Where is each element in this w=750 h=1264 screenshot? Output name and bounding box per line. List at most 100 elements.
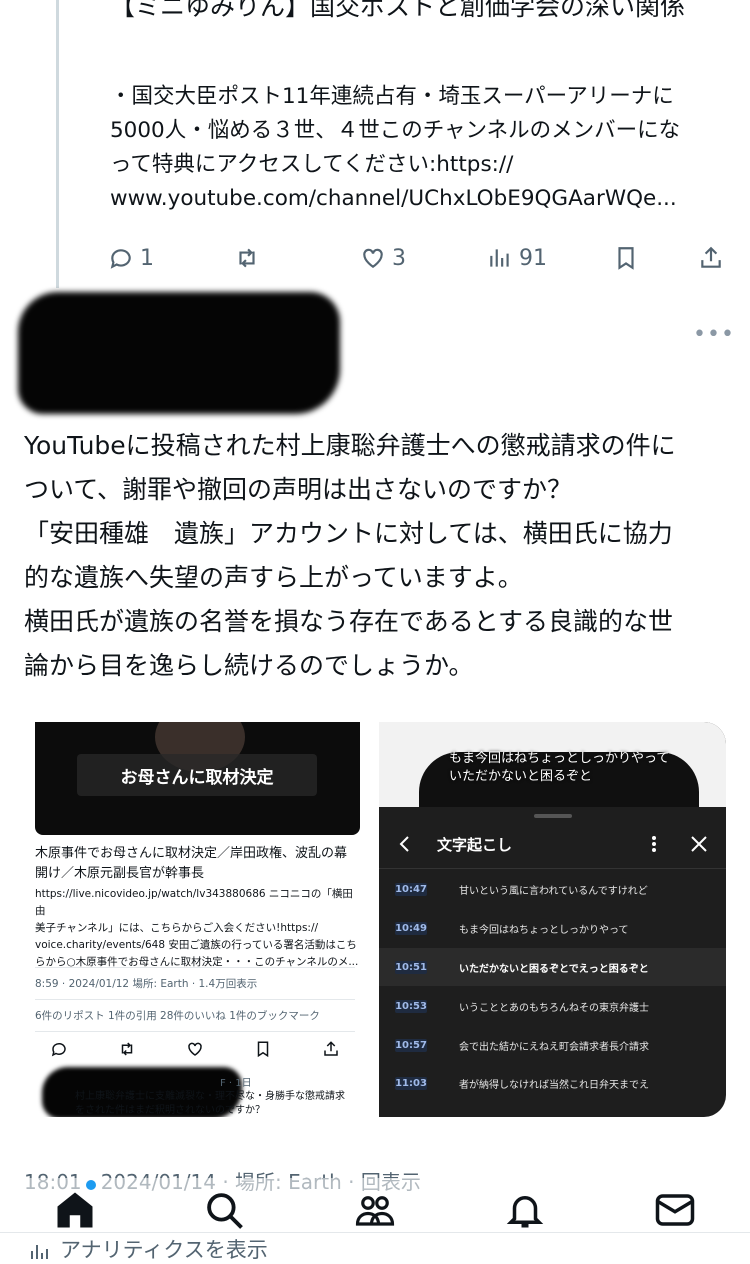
embedded-desc-line: らから○木原事件でお母さんに取材決定・・・このチャンネルのメ... <box>35 956 359 968</box>
transcript-text: 者が納得しなければ当然これ日弁天までえ <box>459 1079 649 1091</box>
video-frame: もま今回はねちょっとしっかりやって いただかないと困るぞと <box>379 722 726 807</box>
transcript-row-active: 10:51 いただかないと困るぞとでえっと困るぞと <box>379 948 726 986</box>
nav-notifications[interactable] <box>502 1187 548 1233</box>
quoted-post-line: って特典にアクセスしてください:https:// <box>110 152 514 177</box>
views-bar-chart-icon <box>490 249 509 267</box>
bookmark-icon <box>618 247 634 270</box>
transcript-text: いただかないと困るぞとでえっと困るぞと <box>459 963 649 975</box>
transcript-row: 10:49 もま今回はねちょっとしっかりやって <box>379 909 726 947</box>
divider <box>35 999 355 1000</box>
transcript-time: 10:49 <box>395 921 427 935</box>
view-count: 91 <box>519 245 547 271</box>
transcript-time: 11:03 <box>395 1076 427 1090</box>
share-icon <box>701 246 721 268</box>
more-options-icon[interactable]: ••• <box>693 322 735 347</box>
redacted-author <box>18 292 340 414</box>
subtitle-line: いただかないと困るぞと <box>449 769 593 784</box>
nav-messages[interactable] <box>652 1187 698 1233</box>
post-text-line: ついて、謝罪や撤回の声明は出さないのですか？ <box>24 475 573 504</box>
embedded-reply-line: 村上康聡弁護士に支離滅裂な・理不尽な・身勝手な懲戒請求 <box>75 1091 345 1102</box>
embedded-post-meta: 8:59 · 2024/01/12 場所: Earth · 1.4万回表示 <box>35 978 258 990</box>
nav-search[interactable] <box>201 1187 247 1233</box>
views-button[interactable]: 91 <box>487 245 547 271</box>
nav-communities[interactable] <box>352 1187 398 1233</box>
share-button[interactable] <box>698 245 724 271</box>
repost-icon <box>121 1042 133 1056</box>
embedded-desc-line: voice.charity/events/648 安田ご遺族の行っている署名活動… <box>35 939 357 951</box>
reply-icon <box>51 1042 66 1057</box>
nav-home[interactable] <box>52 1187 98 1233</box>
transcript-title: 文字起こし <box>437 836 513 854</box>
embedded-desc-line: 美子チャンネル」には、こちらからご入会ください!https:// <box>35 922 319 934</box>
divider <box>379 868 726 869</box>
post-text: YouTubeに投稿された村上康聡弁護士への懲戒請求の件に ついて、謝罪や撤回の… <box>24 424 734 688</box>
communities-icon <box>355 1196 395 1226</box>
transcript-row: 10:47 甘いという風に言われているんですけれど <box>379 870 726 908</box>
embedded-reply-meta: F · 1日 <box>220 1078 252 1089</box>
embedded-action-row <box>50 1040 340 1058</box>
like-count: 3 <box>392 245 406 271</box>
embedded-post-desc: https://live.nicovideo.jp/watch/lv343880… <box>35 886 360 971</box>
video-subtitle: もま今回はねちょっとしっかりやって いただかないと困るぞと <box>449 750 709 786</box>
video-thumbnail: お母さんに取材決定 <box>35 722 360 835</box>
embedded-title-line: 開け／木原元副長官が幹事長 <box>35 866 205 881</box>
transcript-time: 10:51 <box>395 960 427 974</box>
post-text-line: YouTubeに投稿された村上康聡弁護士への懲戒請求の件に <box>24 431 676 460</box>
quoted-post-line: 5000人・悩める３世、４世このチャンネルのメンバーにな <box>110 118 681 143</box>
embedded-post-stats: 6件のリポスト 1件の引用 28件のいいね 1件のブックマーク <box>35 1010 320 1022</box>
transcript-text: 会で出た結かにえねえ町会請求者長介請求 <box>459 1041 649 1053</box>
post-text-line: 横田氏が遺族の名誉を損なう存在であるとする良識的な世 <box>24 607 674 636</box>
attached-image-left[interactable]: お母さんに取材決定 木原事件でお母さんに取材決定／岸田政権、波乱の幕 開け／木原… <box>20 722 370 1117</box>
repost-icon <box>239 248 255 268</box>
like-button[interactable]: 3 <box>360 245 406 271</box>
home-icon <box>57 1192 93 1228</box>
subtitle-line: もま今回はねちょっとしっかりやって <box>449 751 670 766</box>
transcript-row: 10:57 会で出た結かにえねえ町会請求者長介請求 <box>379 1026 726 1064</box>
post-text-line: 「安田種雄 遺族」アカウントに対しては、横田氏に協力 <box>24 519 673 548</box>
divider <box>0 1232 750 1233</box>
repost-button[interactable] <box>234 245 260 271</box>
view-analytics-link[interactable]: アナリティクスを表示 <box>28 1234 268 1264</box>
drag-handle <box>534 814 572 818</box>
heart-icon <box>363 248 383 268</box>
attached-image-right[interactable]: もま今回はねちょっとしっかりやって いただかないと困るぞと 文字起こし 10:4… <box>379 722 726 1117</box>
post-text-line: 的な遺族へ失望の声すら上がっていますよ。 <box>24 563 523 592</box>
transcript-time: 10:57 <box>395 1038 427 1052</box>
reply-button[interactable]: 1 <box>108 245 154 271</box>
transcript-time: 10:53 <box>395 999 427 1013</box>
close-icon <box>690 835 708 857</box>
transcript-text: いうこととあのもちろんねその東京弁護士 <box>459 1002 649 1014</box>
embedded-reply-text: 村上康聡弁護士に支離滅裂な・理不尽な・身勝手な懲戒請求 をされた件はまだ釈明され… <box>75 1090 370 1117</box>
embedded-desc-line: https://live.nicovideo.jp/watch/lv343880… <box>35 888 353 917</box>
notifications-icon <box>506 1196 544 1228</box>
share-icon <box>324 1041 338 1056</box>
divider <box>35 1031 355 1032</box>
messages-icon <box>655 1194 695 1226</box>
bookmark-icon <box>257 1041 269 1058</box>
divider <box>35 967 355 968</box>
thread-line <box>56 0 59 288</box>
bookmark-button[interactable] <box>613 245 639 271</box>
quoted-post-line: www.youtube.com/channel/UChxLObE9QGAarWQ… <box>110 186 677 211</box>
transcript-row: 11:03 者が納得しなければ当然これ日弁天までえ <box>379 1064 726 1102</box>
transcript-text: もま今回はねちょっとしっかりやって <box>459 924 629 936</box>
reply-count: 1 <box>140 245 154 271</box>
analytics-bar-chart-icon <box>31 1245 48 1259</box>
quoted-post-line: ・国交大臣ポスト11年連続占有・埼玉スーパーアリーナに <box>110 84 674 109</box>
unread-dot <box>86 1180 96 1190</box>
embedded-title-line: 木原事件でお母さんに取材決定／岸田政権、波乱の幕 <box>35 846 348 861</box>
back-chevron-icon <box>397 834 413 858</box>
search-icon <box>207 1193 243 1229</box>
quoted-post-title[interactable]: 【ミニゆみりん】国交ポストと創価学会の深い関係 <box>110 0 730 24</box>
post-text-line: 論から目を逸らし続けるのでしょうか。 <box>24 651 474 680</box>
reply-icon <box>110 249 131 269</box>
video-caption: お母さんに取材決定 <box>77 754 317 796</box>
quoted-post-body[interactable]: ・国交大臣ポスト11年連続占有・埼玉スーパーアリーナに 5000人・悩める３世、… <box>110 80 710 216</box>
transcript-time: 10:47 <box>395 882 427 896</box>
embedded-reply-line: をされた件はまだ釈明されないのですか？ <box>75 1105 265 1116</box>
transcript-row: 10:53 いうこととあのもちろんねその東京弁護士 <box>379 987 726 1025</box>
analytics-label: アナリティクスを表示 <box>60 1238 268 1262</box>
transcript-text: 甘いという風に言われているんですけれど <box>459 885 648 897</box>
embedded-post-title: 木原事件でお母さんに取材決定／岸田政権、波乱の幕 開け／木原元副長官が幹事長 <box>35 844 355 884</box>
heart-icon <box>188 1042 202 1056</box>
